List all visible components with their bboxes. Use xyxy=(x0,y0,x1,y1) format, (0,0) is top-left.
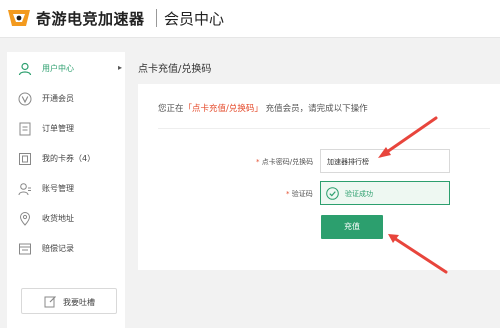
notice-suffix: 充值会员，请完成以下操作 xyxy=(265,104,368,114)
notice-prefix: 您正在 xyxy=(158,104,184,114)
recharge-panel: 您正在「点卡充值/兑换码」 充值会员，请完成以下操作 * 点卡密码/兑换码 加速… xyxy=(138,84,500,270)
header-divider xyxy=(156,9,157,27)
sidebar-item-label: 收货地址 xyxy=(42,214,74,223)
sidebar-item-coupons[interactable]: 我的卡券（4） xyxy=(7,144,125,174)
coupon-icon xyxy=(19,153,31,165)
edit-icon xyxy=(44,296,56,308)
verify-status: 验证成功 xyxy=(345,190,373,198)
sidebar-item-account[interactable]: 账号管理 xyxy=(7,174,125,204)
sidebar-item-address[interactable]: 收货地址 xyxy=(7,204,125,234)
top-header: 奇游电竞加速器 会员中心 xyxy=(0,0,500,38)
chevron-right-icon: ▸ xyxy=(118,63,123,72)
sidebar-item-user-center[interactable]: 用户中心 ▸ xyxy=(7,54,125,84)
document-icon xyxy=(19,122,31,136)
sidebar-item-orders[interactable]: 订单管理 xyxy=(7,114,125,144)
sidebar-item-label: 赔偿记录 xyxy=(42,244,74,253)
feedback-button[interactable]: 我要吐槽 xyxy=(21,288,117,314)
sidebar-item-label: 我的卡券（4） xyxy=(42,154,96,163)
compensation-icon xyxy=(19,243,31,255)
brand-name: 奇游电竞加速器 xyxy=(36,10,145,28)
code-field-label: * 点卡密码/兑换码 xyxy=(256,158,314,166)
divider xyxy=(158,128,490,129)
notice-highlight: 「点卡充值/兑换码」 xyxy=(183,104,263,114)
verify-field-label: * 验证码 xyxy=(286,190,313,198)
check-circle-icon xyxy=(326,187,339,200)
account-icon xyxy=(18,183,31,196)
code-input[interactable]: 加速器排行榜 xyxy=(320,149,450,173)
sidebar-item-compensation[interactable]: 赔偿记录 xyxy=(7,234,125,264)
page-title: 会员中心 xyxy=(164,10,225,28)
logo-icon xyxy=(8,10,30,26)
vip-icon xyxy=(18,92,32,106)
sidebar: 用户中心 ▸ 开通会员 订单管理 我的卡券（4） 账号管理 收货地址 赔偿记录 … xyxy=(7,52,125,328)
user-icon xyxy=(18,62,32,76)
sidebar-item-label: 开通会员 xyxy=(42,94,74,103)
captcha-verify-box[interactable]: 验证成功 xyxy=(320,181,450,205)
notice-text: 您正在「点卡充值/兑换码」 充值会员，请完成以下操作 xyxy=(158,102,368,114)
recharge-button[interactable]: 充值 xyxy=(321,215,383,239)
verify-label-text: 验证码 xyxy=(291,190,313,198)
feedback-label: 我要吐槽 xyxy=(63,298,95,307)
sidebar-item-label: 账号管理 xyxy=(42,184,74,193)
code-label-text: 点卡密码/兑换码 xyxy=(261,158,314,166)
sidebar-item-label: 用户中心 xyxy=(42,64,74,73)
section-title: 点卡充值/兑换码 xyxy=(138,64,212,75)
sidebar-item-open-vip[interactable]: 开通会员 xyxy=(7,84,125,114)
sidebar-item-label: 订单管理 xyxy=(42,124,74,133)
location-icon xyxy=(19,212,31,226)
